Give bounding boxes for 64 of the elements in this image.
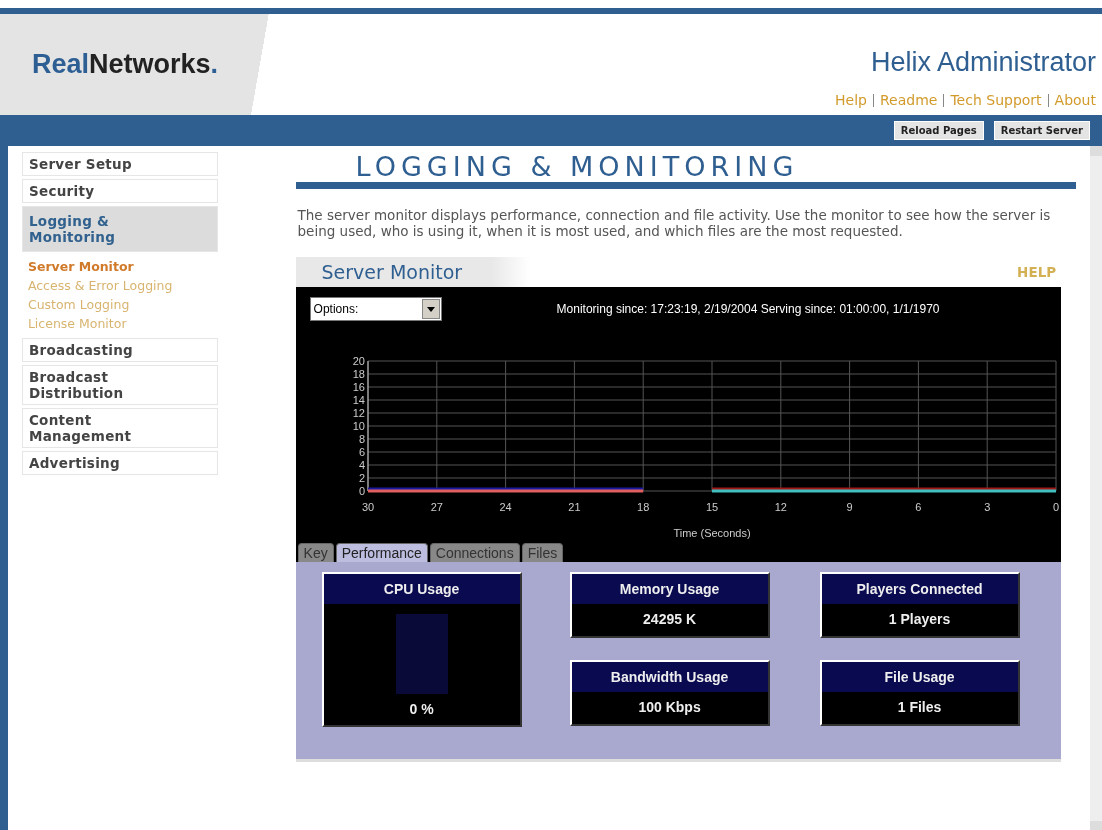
x-tick-label: 15: [705, 501, 718, 513]
x-tick-label: 9: [846, 501, 853, 513]
metric-value: 1 Players: [887, 610, 952, 629]
y-tick-label: 6: [358, 446, 365, 458]
y-tick-label: 20: [352, 355, 365, 367]
metric-title: Bandwidth Usage: [571, 662, 768, 692]
tab[interactable]: Performance: [335, 543, 428, 562]
y-tick-label: 4: [358, 459, 365, 471]
metric-title: Memory Usage: [571, 574, 768, 604]
metric-value: 1 Files: [896, 698, 943, 717]
x-tick-label: 21: [567, 501, 581, 513]
metric-value: 0 %: [408, 700, 435, 719]
caret-icon: [426, 306, 435, 312]
sidebar-item[interactable]: Logging & Monitoring: [21, 206, 218, 252]
sidebar-item[interactable]: Advertising: [21, 451, 218, 475]
y-tick-label: 16: [352, 381, 365, 393]
x-tick-label: 18: [636, 501, 649, 513]
x-tick-label: 3: [983, 501, 990, 513]
metric-title: CPU Usage: [323, 574, 520, 604]
metric-title: Players Connected: [821, 574, 1018, 604]
page-heading: LOGGING & MONITORING: [355, 152, 800, 182]
toolbar-button[interactable]: Restart Server: [993, 121, 1090, 140]
y-tick-label: 0: [358, 485, 365, 497]
y-tick-label: 18: [352, 368, 365, 380]
description: The server monitor displays performance, connection and file activity. Use the monitor to see how the server is being used, who is using it, when it is most used, and which files are the most requested.: [297, 207, 1052, 239]
app-title: Helix Administrator: [870, 47, 1096, 78]
x-axis-title: Time (Seconds): [672, 527, 751, 539]
toolbar-button[interactable]: Reload Pages: [893, 121, 984, 140]
sidebar-subitem[interactable]: Server Monitor: [27, 257, 212, 276]
sidebar-subitem[interactable]: License Monitor: [27, 314, 212, 333]
sidebar-item[interactable]: Broadcasting: [21, 338, 218, 362]
metric-value: 24295 K: [642, 610, 697, 629]
x-tick-label: 30: [361, 501, 374, 513]
monitor-status: Monitoring since: 17:23:19, 2/19/2004 Serving since: 01:00:00, 1/1/1970: [556, 302, 940, 316]
y-tick-label: 2: [358, 472, 365, 484]
y-tick-label: 14: [352, 394, 365, 406]
header-link[interactable]: Readme: [880, 92, 938, 108]
sidebar-item[interactable]: Security: [21, 179, 218, 203]
help-link[interactable]: HELP: [1017, 264, 1077, 280]
sidebar-subitem[interactable]: Custom Logging: [27, 295, 212, 314]
sidebar-subitem[interactable]: Access & Error Logging: [27, 276, 212, 295]
scrollbar[interactable]: [1090, 146, 1102, 830]
y-tick-label: 12: [352, 407, 365, 419]
header-link[interactable]: Tech Support: [950, 92, 1042, 108]
metric-value: 100 Kbps: [637, 698, 702, 717]
sidebar-item[interactable]: Content Management: [21, 408, 218, 448]
x-tick-label: 27: [430, 501, 443, 513]
y-tick-label: 8: [358, 433, 365, 445]
tab[interactable]: Files: [521, 543, 564, 562]
tab[interactable]: Key: [297, 543, 334, 562]
y-tick-label: 10: [352, 420, 365, 432]
sidebar-item[interactable]: Server Setup: [21, 152, 218, 176]
x-tick-label: 12: [774, 501, 787, 513]
header-link[interactable]: Help: [835, 92, 867, 108]
logo: RealNetworks.: [32, 49, 219, 81]
tab[interactable]: Connections: [429, 543, 520, 562]
header-link[interactable]: About: [1054, 92, 1096, 108]
options-dropdown[interactable]: Options:: [309, 297, 442, 321]
metric-title: File Usage: [821, 662, 1018, 692]
section-title: Server Monitor: [320, 261, 463, 283]
x-tick-label: 0: [1052, 501, 1059, 513]
x-tick-label: 24: [499, 501, 512, 513]
sidebar-item[interactable]: Broadcast Distribution: [21, 365, 218, 405]
x-tick-label: 6: [914, 501, 921, 513]
